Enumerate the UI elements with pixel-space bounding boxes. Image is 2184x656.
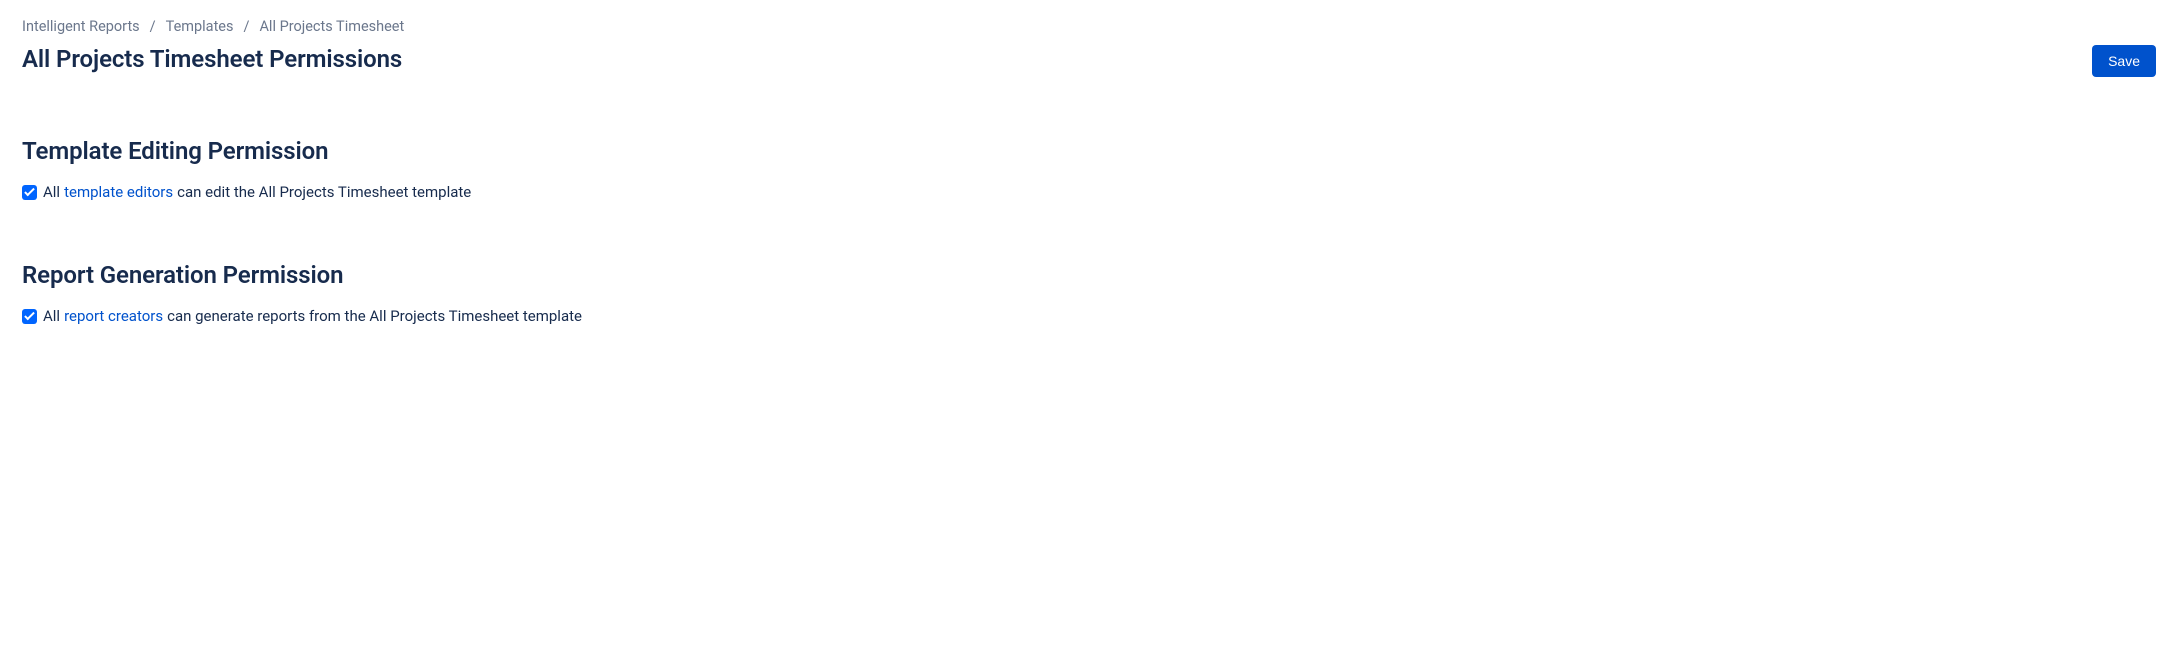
breadcrumb-link-intelligent-reports[interactable]: Intelligent Reports (22, 18, 140, 35)
report-generation-permission-row: All report creators can generate reports… (22, 307, 2162, 325)
breadcrumb-link-templates[interactable]: Templates (166, 18, 234, 35)
template-editors-link[interactable]: template editors (64, 183, 173, 201)
template-editing-checkbox[interactable] (22, 185, 37, 200)
report-creators-link[interactable]: report creators (64, 307, 163, 325)
report-generation-section: Report Generation Permission All report … (22, 261, 2162, 325)
report-generation-title: Report Generation Permission (22, 261, 2162, 289)
breadcrumb-separator: / (243, 18, 249, 35)
template-editing-section: Template Editing Permission All template… (22, 137, 2162, 201)
template-editing-text-suffix: can edit the All Projects Timesheet temp… (177, 183, 471, 201)
template-editing-title: Template Editing Permission (22, 137, 2162, 165)
breadcrumb-link-all-projects-timesheet[interactable]: All Projects Timesheet (259, 18, 404, 35)
save-button[interactable]: Save (2092, 45, 2156, 77)
report-generation-text-suffix: can generate reports from the All Projec… (167, 307, 582, 325)
page-header: All Projects Timesheet Permissions Save (22, 45, 2162, 77)
breadcrumb: Intelligent Reports / Templates / All Pr… (22, 18, 2162, 35)
report-generation-text-prefix: All (43, 307, 60, 325)
breadcrumb-separator: / (150, 18, 156, 35)
template-editing-permission-row: All template editors can edit the All Pr… (22, 183, 2162, 201)
page-title: All Projects Timesheet Permissions (22, 45, 402, 73)
template-editing-text-prefix: All (43, 183, 60, 201)
report-generation-checkbox[interactable] (22, 309, 37, 324)
